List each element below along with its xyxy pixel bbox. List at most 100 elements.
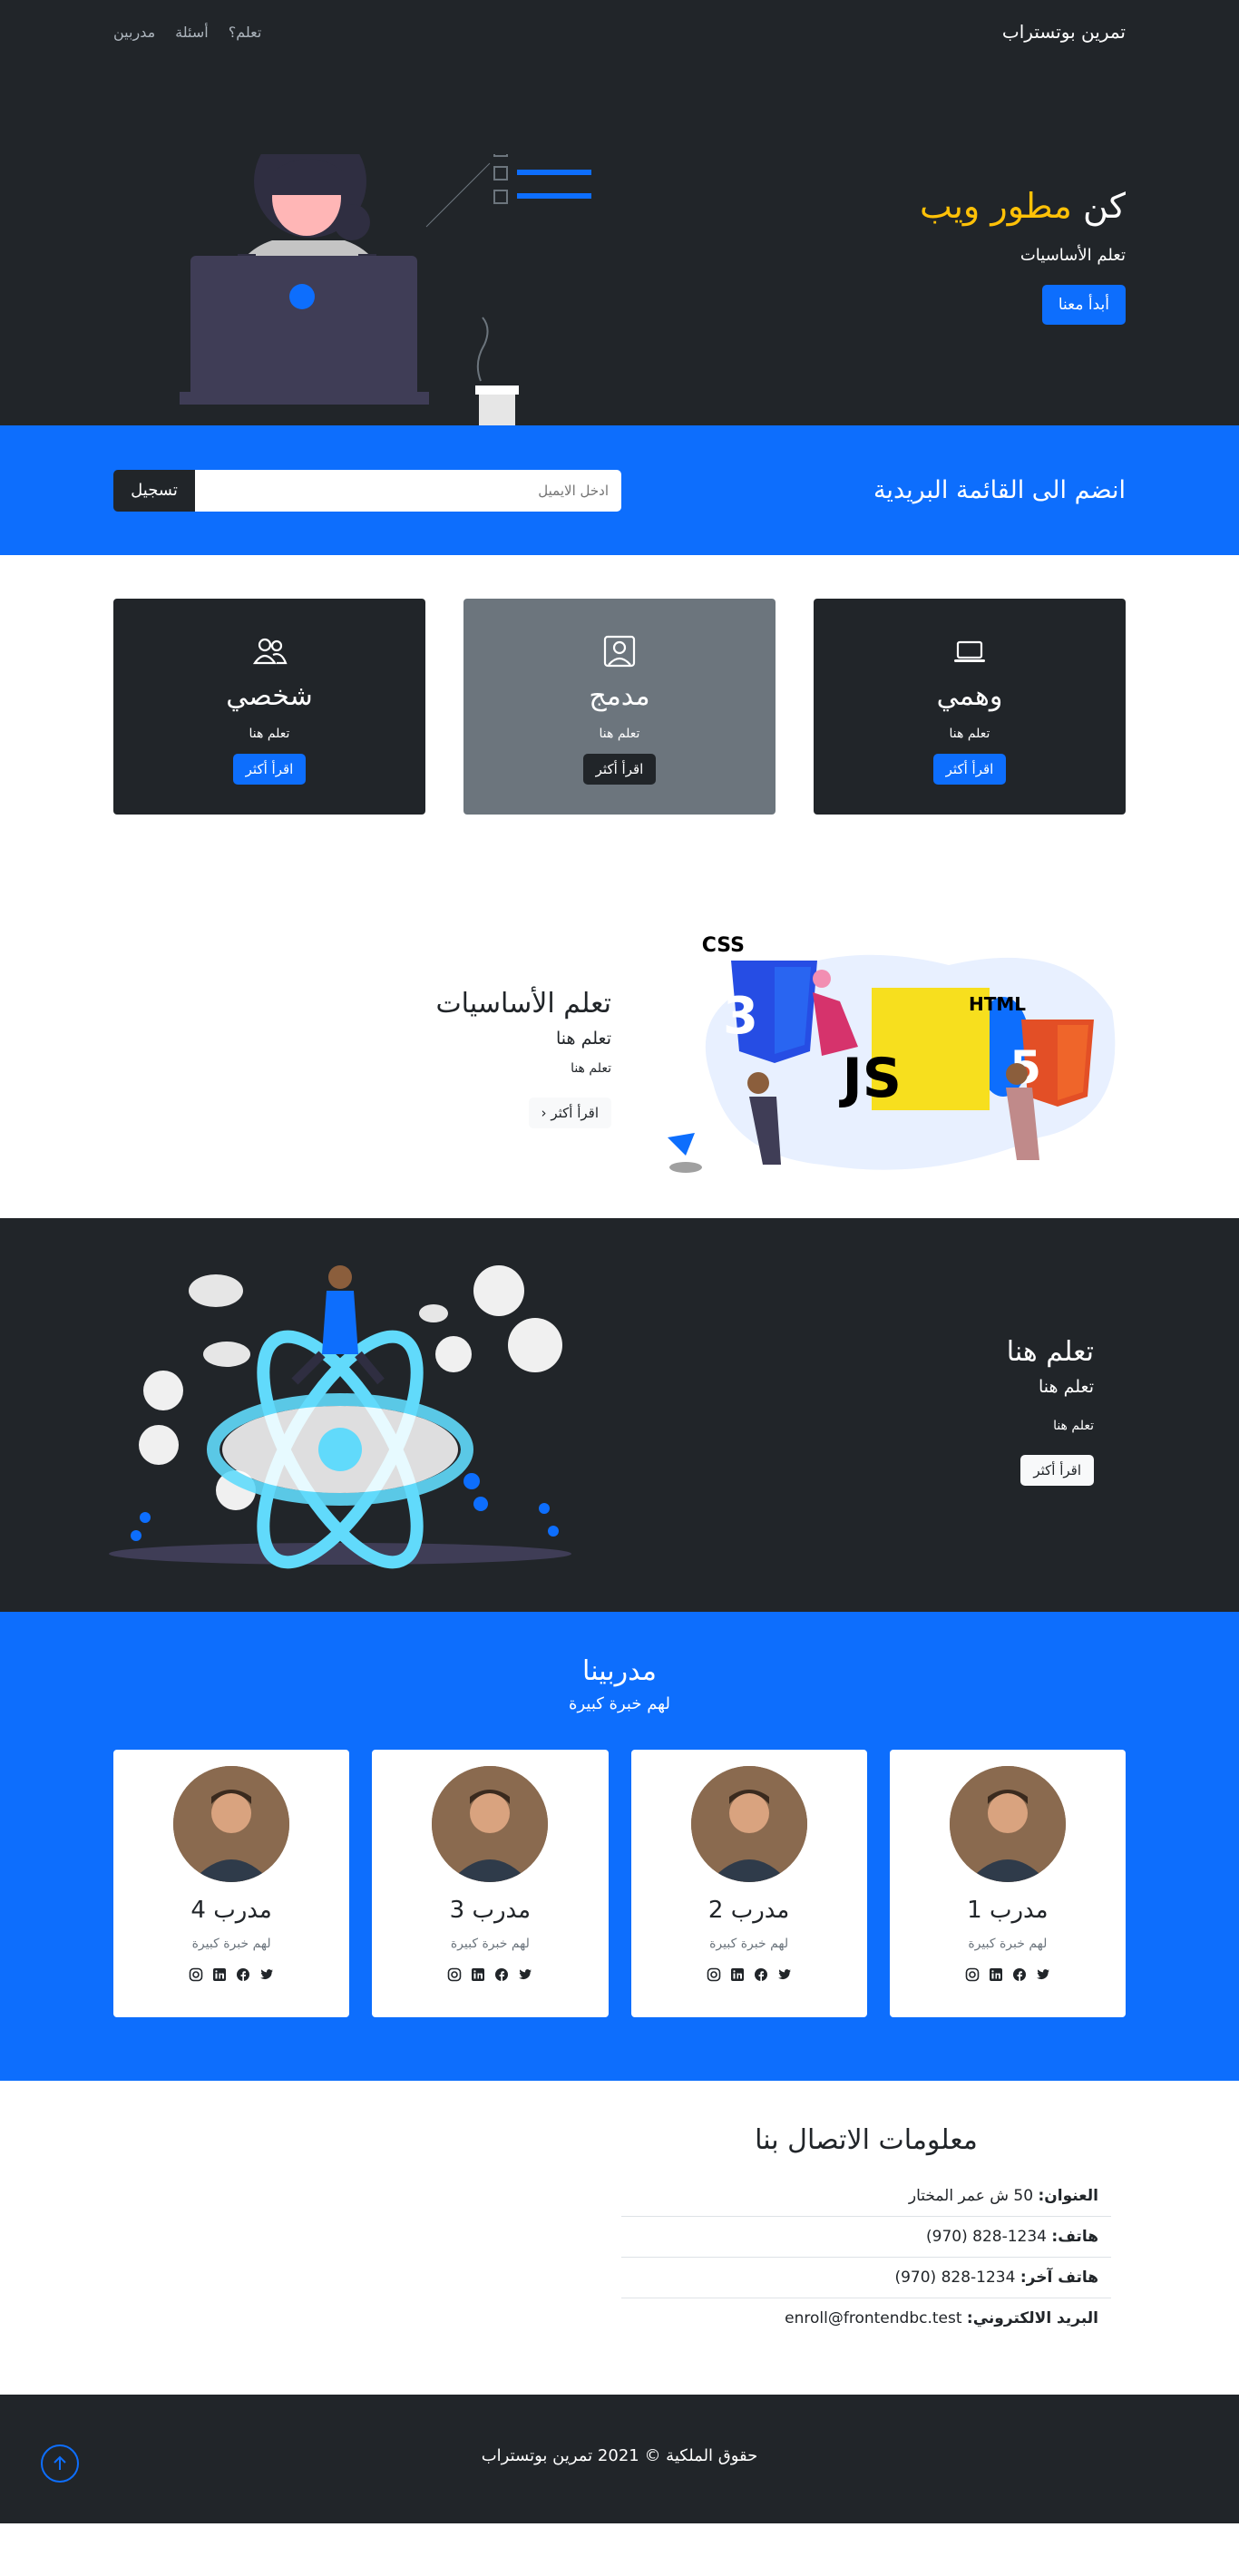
newsletter-title: انضم الى القائمة البريدية <box>873 476 1126 504</box>
svg-text:3: 3 <box>723 987 758 1046</box>
nav-link-learn[interactable]: تعلم؟ <box>229 24 262 41</box>
learn-basics-paragraph: تعلم هنا <box>571 1061 611 1076</box>
js-logo-text: JS <box>838 1047 902 1110</box>
contact-row-phone: هاتف: (970) 828-1234 <box>621 2217 1111 2258</box>
nav-link-trainers[interactable]: مدربين <box>113 24 155 41</box>
feature-text: تعلم هنا <box>949 727 990 741</box>
trainer-socials <box>372 1967 608 1982</box>
feature-card-personal: شخصي تعلم هنا اقرأ أكثر <box>113 599 425 815</box>
linkedin-icon[interactable] <box>989 1967 1003 1982</box>
trainer-name: مدرب 3 <box>449 1897 532 1924</box>
twitter-icon[interactable] <box>518 1967 532 1982</box>
feature-read-more-button[interactable]: اقرأ أكثر <box>232 754 307 785</box>
trainers-subtitle: لهم خبرة كبيرة <box>569 1694 670 1713</box>
linkedin-icon[interactable] <box>212 1967 227 1982</box>
react-illustration <box>109 1265 571 1569</box>
linkedin-icon[interactable] <box>730 1967 745 1982</box>
newsletter-section: انضم الى القائمة البريدية تسجيل <box>0 425 1239 555</box>
linkedin-icon[interactable] <box>471 1967 485 1982</box>
css-logo-text: CSS <box>702 934 745 957</box>
newsletter-form: تسجيل <box>113 469 621 512</box>
hero-text: كن مطور ويب تعلم الأساسيات أبدأ معنا <box>920 186 1126 325</box>
instagram-icon[interactable] <box>189 1967 203 1982</box>
trainers-title: مدربينا <box>582 1655 657 1687</box>
register-button[interactable]: تسجيل <box>113 469 195 512</box>
trainer-socials <box>113 1967 349 1982</box>
hero-title: كن مطور ويب <box>920 186 1126 226</box>
contact-title: معلومات الاتصال بنا <box>755 2124 978 2156</box>
features-section: وهمي تعلم هنا اقرأ أكثر مدمج تعلم هنا اق… <box>0 555 1239 858</box>
trainer-bio: لهم خبرة كبيرة <box>450 1937 530 1951</box>
copyright-text: حقوق الملكية © 2021 تمرين بوتستراب <box>481 2446 758 2465</box>
trainer-avatar <box>949 1766 1066 1882</box>
read-more-label: اقرأ أكثر <box>551 1105 599 1121</box>
trainer-name: مدرب 2 <box>707 1897 790 1924</box>
hero-section: كن مطور ويب تعلم الأساسيات أبدأ معنا <box>0 63 1239 425</box>
contact-label: هاتف آخر: <box>1019 2269 1098 2287</box>
trainer-socials <box>631 1967 867 1982</box>
twitter-icon[interactable] <box>1036 1967 1050 1982</box>
contact-label: العنوان: <box>1038 2187 1098 2205</box>
hero-subtitle: تعلم الأساسيات <box>1019 246 1126 265</box>
nav-links: مدربين أسئلة تعلم؟ <box>113 24 261 41</box>
react-title: تعلم هنا <box>1006 1336 1094 1368</box>
trainer-bio: لهم خبرة كبيرة <box>191 1937 271 1951</box>
contact-value[interactable]: enroll@frontendbc.test <box>785 2309 961 2327</box>
feature-text: تعلم هنا <box>599 727 640 741</box>
trainer-cards: مدرب 1 لهم خبرة كبيرة مدرب 2 لهم خبرة كب… <box>113 1750 1126 2017</box>
facebook-icon[interactable] <box>754 1967 768 1982</box>
trainer-name: مدرب 1 <box>967 1897 1049 1924</box>
scroll-to-top-button[interactable] <box>41 2444 79 2483</box>
learn-basics-text: تعلم الأساسيات تعلم هنا تعلم هنا اقرأ أك… <box>435 988 611 1128</box>
learn-basics-subtitle: تعلم هنا <box>556 1029 611 1049</box>
trainer-card: مدرب 2 لهم خبرة كبيرة <box>630 1750 867 2017</box>
trainer-card: مدرب 4 لهم خبرة كبيرة <box>113 1750 350 2017</box>
trainer-name: مدرب 4 <box>190 1897 272 1924</box>
instagram-icon[interactable] <box>447 1967 462 1982</box>
feature-read-more-button[interactable]: اقرأ أكثر <box>932 754 1007 785</box>
facebook-icon[interactable] <box>1012 1967 1027 1982</box>
react-section: تعلم هنا تعلم هنا تعلم هنا اقرأ أكثر <box>0 1218 1239 1612</box>
brand[interactable]: تمرين بوتستراب <box>1002 21 1126 43</box>
feature-read-more-button[interactable]: اقرأ أكثر <box>582 754 657 785</box>
people-icon <box>252 638 288 665</box>
email-input[interactable] <box>195 469 621 512</box>
trainer-card: مدرب 1 لهم خبرة كبيرة <box>889 1750 1126 2017</box>
feature-text: تعلم هنا <box>249 727 290 741</box>
facebook-icon[interactable] <box>236 1967 250 1982</box>
trainer-card: مدرب 3 لهم خبرة كبيرة <box>372 1750 609 2017</box>
trainers-section: مدربينا لهم خبرة كبيرة مدرب 1 لهم خبرة ك… <box>0 1612 1239 2081</box>
person-square-icon <box>603 635 636 668</box>
laptop-icon <box>954 640 985 662</box>
feature-title: وهمي <box>936 680 1003 712</box>
contact-box: معلومات الاتصال بنا العنوان: 50 ش عمر ال… <box>621 2124 1111 2338</box>
feature-card-hybrid: مدمج تعلم هنا اقرأ أكثر <box>463 599 776 815</box>
twitter-icon[interactable] <box>777 1967 792 1982</box>
facebook-icon[interactable] <box>494 1967 509 1982</box>
trainer-bio: لهم خبرة كبيرة <box>968 1937 1048 1951</box>
contact-label: البريد الالكتروني: <box>966 2309 1098 2327</box>
hero-start-button[interactable]: أبدأ معنا <box>1041 285 1126 325</box>
contact-section: معلومات الاتصال بنا العنوان: 50 ش عمر ال… <box>0 2081 1239 2395</box>
contact-value: (970) 828-1234 <box>894 2269 1016 2287</box>
react-read-more-button[interactable]: اقرأ أكثر <box>1020 1455 1094 1486</box>
trainer-bio: لهم خبرة كبيرة <box>709 1937 789 1951</box>
contact-value: 50 ش عمر المختار <box>908 2187 1034 2205</box>
html-logo-text: HTML <box>969 993 1026 1015</box>
twitter-icon[interactable] <box>259 1967 274 1982</box>
contact-value: (970) 828-1234 <box>926 2228 1047 2246</box>
feature-title: مدمج <box>589 680 650 712</box>
learn-basics-title: تعلم الأساسيات <box>435 988 611 1020</box>
instagram-icon[interactable] <box>707 1967 721 1982</box>
feature-card-virtual: وهمي تعلم هنا اقرأ أكثر <box>814 599 1126 815</box>
react-subtitle: تعلم هنا <box>1039 1377 1094 1397</box>
learn-basics-section: CSS 3 JS HTML 5 تعلم الأساسيات تعلم هنا … <box>0 858 1239 1173</box>
contact-row-phone-alt: هاتف آخر: (970) 828-1234 <box>621 2258 1111 2298</box>
learn-basics-read-more-button[interactable]: اقرأ أكثر ‹ <box>528 1098 611 1128</box>
instagram-icon[interactable] <box>965 1967 980 1982</box>
nav-link-questions[interactable]: أسئلة <box>175 24 209 41</box>
web-tech-illustration: CSS 3 JS HTML 5 <box>668 934 1116 1173</box>
trainer-avatar <box>173 1766 290 1882</box>
contact-row-address: العنوان: 50 ش عمر المختار <box>621 2176 1111 2217</box>
navbar: تمرين بوتستراب مدربين أسئلة تعلم؟ <box>0 0 1239 63</box>
